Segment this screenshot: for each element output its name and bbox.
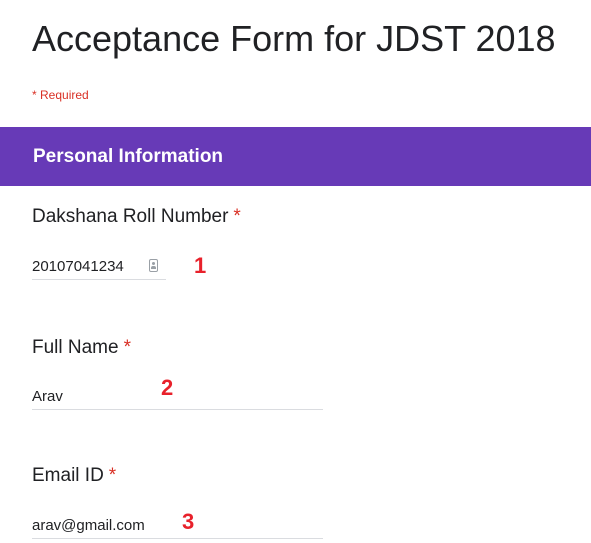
form-title: Acceptance Form for JDST 2018: [32, 18, 556, 59]
annotation-number: 3: [182, 509, 195, 534]
required-asterisk: *: [123, 337, 131, 358]
required-asterisk: *: [233, 206, 241, 227]
required-note: * Required: [32, 88, 89, 102]
annotation-number: 1: [194, 253, 207, 278]
section-title: Personal Information: [33, 145, 224, 167]
section-header: Personal Information: [0, 127, 591, 186]
email-input[interactable]: arav@gmail.com: [32, 517, 323, 539]
question-label-roll-number: Dakshana Roll Number *: [32, 206, 241, 228]
question-label-email: Email ID *: [32, 465, 116, 487]
email-value: arav@gmail.com: [32, 517, 145, 534]
full-name-input[interactable]: Arav: [32, 388, 323, 410]
roll-number-input[interactable]: 20107041234: [32, 258, 166, 280]
required-asterisk: *: [108, 465, 117, 486]
question-label-text: Full Name: [32, 337, 119, 358]
full-name-value: Arav: [32, 388, 63, 405]
roll-number-value: 20107041234: [32, 258, 124, 275]
annotation-number: 2: [161, 375, 174, 400]
question-label-text: Dakshana Roll Number: [32, 206, 229, 227]
contact-card-icon: [149, 259, 158, 272]
question-label-text: Email ID: [32, 465, 104, 486]
question-label-full-name: Full Name *: [32, 337, 131, 359]
